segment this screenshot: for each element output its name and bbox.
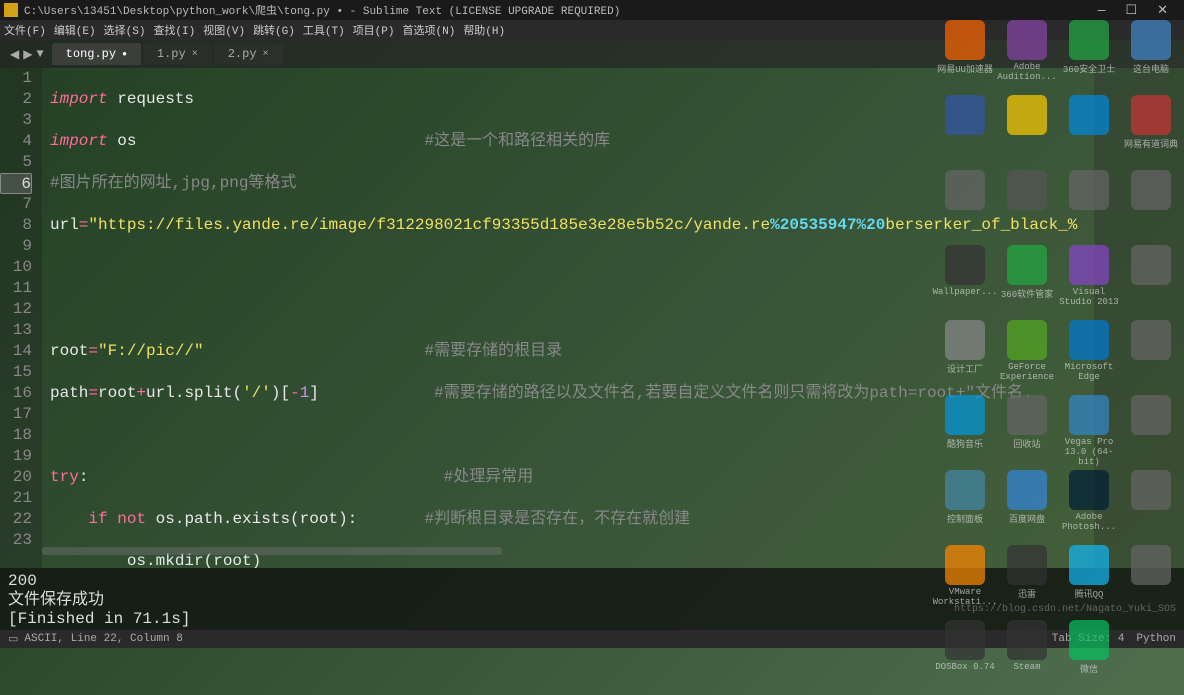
tab-label: 1.py <box>157 47 186 61</box>
line-number: 14 <box>0 341 32 362</box>
shortcut-label: Steam <box>1013 662 1040 672</box>
menu-tools[interactable]: 工具(T) <box>303 22 345 38</box>
watermark-text: https://blog.csdn.net/Nagato_Yuki_SOS <box>954 604 1176 615</box>
menu-select[interactable]: 选择(S) <box>104 22 146 38</box>
tab-label: tong.py <box>66 47 116 61</box>
window-title: C:\Users\13451\Desktop\python_work\爬虫\to… <box>24 2 620 18</box>
nav-down-icon[interactable]: ▼ <box>36 47 43 62</box>
line-number: 20 <box>0 467 32 488</box>
menu-prefs[interactable]: 首选项(N) <box>403 22 456 38</box>
code-content[interactable]: import requests import os #这是一个和路径相关的库 #… <box>42 68 1094 568</box>
tab-label: 2.py <box>228 47 257 61</box>
line-number: 9 <box>0 236 32 257</box>
console-line: 200 <box>8 572 1176 591</box>
menu-project[interactable]: 项目(P) <box>353 22 395 38</box>
line-number: 17 <box>0 404 32 425</box>
line-number: 15 <box>0 362 32 383</box>
minimize-button[interactable]: — <box>1098 3 1106 18</box>
menu-edit[interactable]: 编辑(E) <box>54 22 96 38</box>
statusbar: ▭ ASCII, Line 22, Column 8 Tab Size: 4 P… <box>0 630 1184 648</box>
line-number: 3 <box>0 110 32 131</box>
line-number: 10 <box>0 257 32 278</box>
editor-area[interactable]: 1234567891011121314151617181920212223 im… <box>0 68 1184 568</box>
tab-close-icon[interactable]: × <box>192 49 198 60</box>
nav-back-icon[interactable]: ◀ <box>10 47 19 62</box>
menu-find[interactable]: 查找(I) <box>153 22 195 38</box>
tab-close-icon[interactable]: × <box>263 49 269 60</box>
line-number: 7 <box>0 194 32 215</box>
line-number: 11 <box>0 278 32 299</box>
line-number: 19 <box>0 446 32 467</box>
line-number: 2 <box>0 89 32 110</box>
line-number: 4 <box>0 131 32 152</box>
shortcut-label: 微信 <box>1080 662 1098 675</box>
tabbar: ◀ ▶ ▼ tong.py ● 1.py × 2.py × <box>0 40 1184 68</box>
menu-view[interactable]: 视图(V) <box>203 22 245 38</box>
nav-forward-icon[interactable]: ▶ <box>23 47 32 62</box>
line-gutter: 1234567891011121314151617181920212223 <box>0 68 42 568</box>
shortcut-label: DOSBox 0.74 <box>935 662 994 672</box>
maximize-button[interactable]: ☐ <box>1125 3 1137 18</box>
titlebar: C:\Users\13451\Desktop\python_work\爬虫\to… <box>0 0 1184 20</box>
line-number: 13 <box>0 320 32 341</box>
menu-goto[interactable]: 跳转(G) <box>253 22 295 38</box>
menubar: 文件(F) 编辑(E) 选择(S) 查找(I) 视图(V) 跳转(G) 工具(T… <box>0 20 1184 40</box>
menu-help[interactable]: 帮助(H) <box>463 22 505 38</box>
tab-1-py[interactable]: 1.py × <box>143 43 212 65</box>
minimap[interactable] <box>1094 68 1184 568</box>
line-number: 6 <box>0 173 32 194</box>
tab-2-py[interactable]: 2.py × <box>214 43 283 65</box>
horizontal-scrollbar[interactable] <box>42 547 502 555</box>
line-number: 16 <box>0 383 32 404</box>
panel-switcher-icon[interactable]: ▭ <box>8 632 18 646</box>
line-number: 8 <box>0 215 32 236</box>
line-number: 22 <box>0 509 32 530</box>
line-number: 18 <box>0 425 32 446</box>
line-number: 21 <box>0 488 32 509</box>
line-number: 1 <box>0 68 32 89</box>
app-icon <box>4 3 18 17</box>
line-number: 12 <box>0 299 32 320</box>
line-number: 5 <box>0 152 32 173</box>
close-button[interactable]: ✕ <box>1157 3 1168 18</box>
build-output-panel[interactable]: 200 文件保存成功 [Finished in 71.1s] <box>0 568 1184 630</box>
modified-dot-icon: ● <box>122 50 127 59</box>
line-number: 23 <box>0 530 32 551</box>
tab-tong-py[interactable]: tong.py ● <box>52 43 141 65</box>
menu-file[interactable]: 文件(F) <box>4 22 46 38</box>
